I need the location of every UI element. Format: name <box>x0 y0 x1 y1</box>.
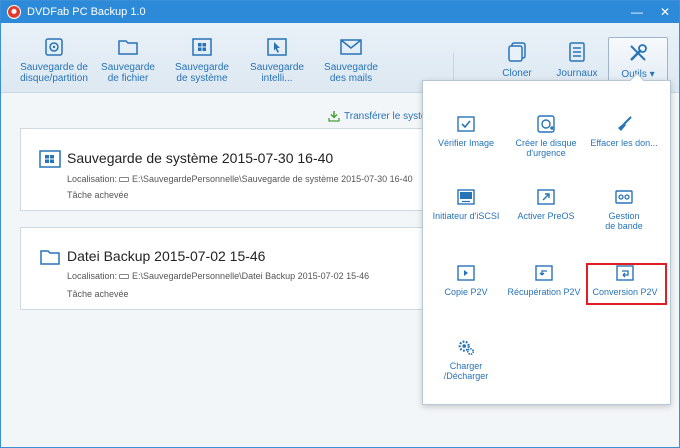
rescue-disk-icon <box>537 115 555 133</box>
menu-label-2: /Décharger <box>443 371 489 381</box>
menu-label: Vérifier Image <box>437 138 495 148</box>
log-icon <box>566 41 588 63</box>
tool-label-2: de système <box>176 73 228 84</box>
location-label: Localisation: <box>67 174 118 184</box>
card-title: Datei Backup 2015-07-02 15-46 <box>67 248 266 264</box>
menu-label: Créer le disque <box>515 138 577 148</box>
tool-label-2: des mails <box>329 73 373 84</box>
p2v-copy-icon <box>457 265 475 281</box>
menu-label: Initiateur d'iSCSI <box>432 211 500 221</box>
folder-icon <box>39 248 61 266</box>
menu-label: Activer PreOS <box>517 211 575 221</box>
cursor-icon <box>266 38 288 56</box>
drive-icon <box>119 274 129 280</box>
mail-backup-button[interactable]: Sauvegarde des mails <box>311 38 391 84</box>
disk-partition-backup-button[interactable]: Sauvegarde de disque/partition <box>14 38 94 84</box>
verify-image-icon <box>457 116 475 132</box>
menu-label: Récupération P2V <box>507 287 581 297</box>
location-value: E:\SauvegardePersonnelle\Datei Backup 20… <box>132 271 370 281</box>
menu-item-mount-unmount[interactable]: Charger /Décharger <box>425 339 507 381</box>
card-status: Tâche achevée <box>67 190 129 200</box>
tool-label-1: Sauvegarde <box>175 62 229 73</box>
tool-label-2: de fichier <box>107 73 149 84</box>
smart-backup-button[interactable]: Sauvegarde intelli... <box>237 38 317 84</box>
iscsi-icon <box>457 189 475 205</box>
system-backup-button[interactable]: Sauvegarde de système <box>162 38 242 84</box>
file-backup-button[interactable]: Sauvegarde de fichier <box>88 38 168 84</box>
menu-item-rescue-disk[interactable]: Créer le disque d'urgence <box>505 115 587 158</box>
tools-icon <box>627 42 649 64</box>
menu-item-activate-preos[interactable]: Activer PreOS <box>505 189 587 221</box>
menu-label-2: d'urgence <box>526 148 566 158</box>
menu-item-wipe-data[interactable]: Effacer les don... <box>583 116 665 148</box>
menu-item-iscsi-initiator[interactable]: Initiateur d'iSCSI <box>425 189 507 221</box>
app-logo-icon <box>7 5 21 19</box>
brush-icon <box>615 116 633 132</box>
backup-card-system[interactable]: Sauvegarde de système 2015-07-30 16-40 L… <box>20 128 430 211</box>
gears-icon <box>457 339 475 356</box>
tool-label-1: Sauvegarde <box>324 62 378 73</box>
tool-label-1: Sauvegarde <box>101 62 155 73</box>
backup-card-file[interactable]: Datei Backup 2015-07-02 15-46 Localisati… <box>20 227 430 310</box>
tool-label-1: Sauvegarde intelli... <box>250 62 304 84</box>
menu-label: Charger <box>449 361 483 371</box>
disk-icon <box>43 38 65 56</box>
menu-item-p2v-copy[interactable]: Copie P2V <box>425 265 507 297</box>
menu-label-2: de bande <box>605 221 643 231</box>
title-bar: DVDFab PC Backup 1.0 — ✕ <box>1 1 679 23</box>
windows-icon <box>39 150 61 168</box>
windows-icon <box>191 38 213 56</box>
clone-icon <box>506 41 528 63</box>
drive-icon <box>119 177 129 183</box>
menu-item-tape-management[interactable]: Gestion de bande <box>583 189 665 231</box>
close-button[interactable]: ✕ <box>657 4 673 20</box>
highlight-box <box>586 263 667 305</box>
preos-icon <box>537 189 555 205</box>
card-title: Sauvegarde de système 2015-07-30 16-40 <box>67 150 334 166</box>
card-location: Localisation: E:\SauvegardePersonnelle\Da… <box>67 271 369 281</box>
menu-item-verify-image[interactable]: Vérifier Image <box>425 116 507 148</box>
p2v-recovery-icon <box>535 265 553 281</box>
clone-label: Cloner <box>502 68 532 79</box>
app-window: DVDFab PC Backup 1.0 — ✕ Sauvegarde de d… <box>0 0 680 448</box>
mail-icon <box>340 38 362 56</box>
location-value: E:\SauvegardePersonnelle\Sauvegarde de s… <box>132 174 413 184</box>
card-status: Tâche achevée <box>67 289 129 299</box>
tape-icon <box>615 189 633 205</box>
menu-label: Copie P2V <box>444 287 488 297</box>
logs-button[interactable]: Journaux <box>547 37 607 83</box>
location-label: Localisation: <box>67 271 118 281</box>
minimize-button[interactable]: — <box>629 4 645 20</box>
folder-icon <box>117 38 139 56</box>
logs-label: Journaux <box>556 68 598 79</box>
menu-label: Effacer les don... <box>590 138 658 148</box>
download-icon <box>328 111 340 122</box>
menu-item-p2v-recovery[interactable]: Récupération P2V <box>503 265 585 297</box>
menu-label: Gestion <box>608 211 640 221</box>
tool-label-2: disque/partition <box>20 73 88 84</box>
tool-label-1: Sauvegarde de <box>20 62 88 73</box>
clone-button[interactable]: Cloner <box>487 37 547 83</box>
card-location: Localisation: E:\SauvegardePersonnelle\Sa… <box>67 174 413 184</box>
window-title: DVDFab PC Backup 1.0 <box>27 6 146 18</box>
